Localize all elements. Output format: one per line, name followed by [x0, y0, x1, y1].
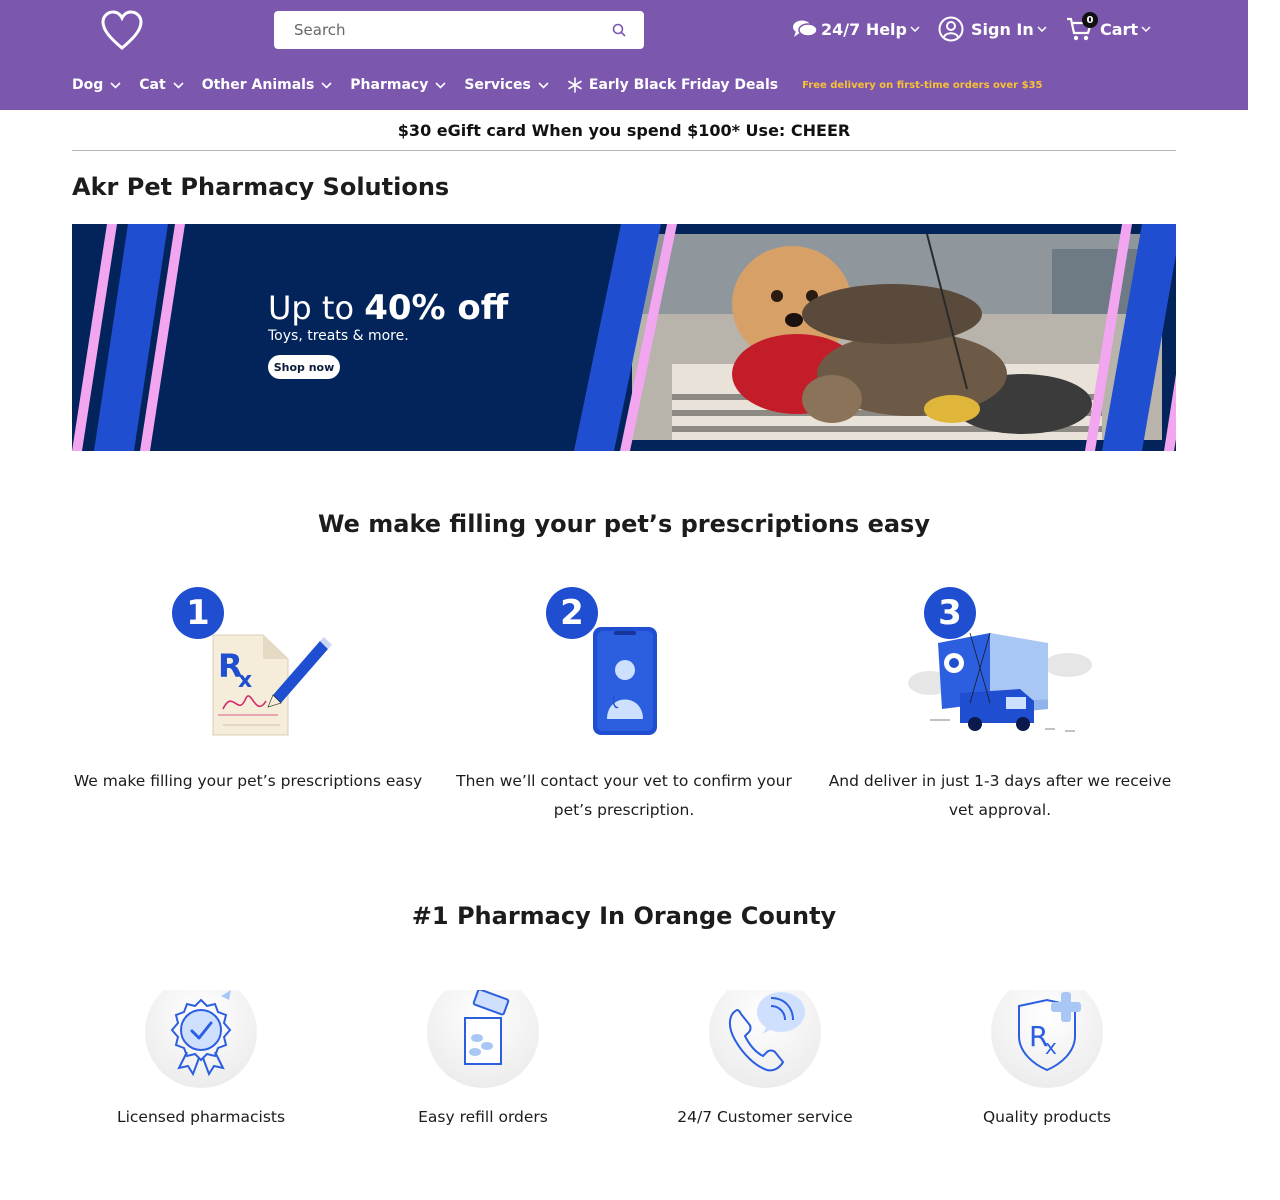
- step-card: 2 Then we’ll contact your vet to confirm…: [444, 583, 804, 825]
- feature-icon-wrap: [143, 976, 259, 1090]
- prescription-illustration: R x 1: [68, 583, 428, 743]
- banner-headline: Up to 40% off: [268, 288, 508, 328]
- nav-item-black-friday-deals[interactable]: Early Black Friday Deals: [567, 77, 778, 93]
- step-card: R x 1 We make filling your pet’s prescri…: [68, 583, 428, 796]
- feature-card: Easy refill orders: [363, 976, 603, 1126]
- svg-text:x: x: [1045, 1035, 1057, 1059]
- chat-bubbles-icon: [793, 20, 818, 37]
- help-menu[interactable]: 24/7 Help: [791, 14, 920, 44]
- user-avatar-icon: [938, 16, 964, 42]
- step-text: We make filling your pet’s prescriptions…: [73, 772, 423, 790]
- step-number: 2: [560, 593, 584, 633]
- phone-vet-icon: [546, 587, 657, 735]
- chevron-down-icon: [173, 81, 184, 89]
- nav-item-services[interactable]: Services: [464, 77, 549, 93]
- search-box: [274, 11, 644, 49]
- deals-label: Early Black Friday Deals: [588, 77, 779, 93]
- feature-icon-wrap: [707, 976, 823, 1090]
- sign-in-menu[interactable]: Sign In: [938, 14, 1047, 44]
- chevron-down-icon: [1037, 26, 1047, 32]
- nav-item-label: Dog: [72, 77, 104, 93]
- step-text: Then we’ll contact your vet to confirm y…: [456, 772, 792, 819]
- step-number: 3: [938, 593, 962, 633]
- chevron-down-icon: [538, 81, 549, 89]
- phone-vet-illustration: 2: [444, 583, 804, 743]
- search-input[interactable]: [274, 11, 604, 49]
- help-label: 24/7 Help: [821, 19, 907, 39]
- feature-icon-wrap: [425, 976, 541, 1090]
- banner-artwork: [72, 224, 1176, 451]
- feature-label: Easy refill orders: [418, 1108, 548, 1126]
- nav-item-label: Pharmacy: [350, 77, 429, 93]
- nav-item-dog[interactable]: Dog: [72, 77, 121, 93]
- nav-item-cat[interactable]: Cat: [139, 77, 184, 93]
- delivery-truck-icon: [908, 587, 1092, 732]
- chevron-down-icon: [321, 81, 332, 89]
- banner-headline-bold: 40% off: [364, 288, 509, 328]
- feature-label: Quality products: [982, 1108, 1111, 1126]
- feature-card: R x Quality products: [927, 976, 1167, 1126]
- phone-chat-icon: [709, 976, 821, 1088]
- sign-in-label: Sign In: [971, 19, 1034, 39]
- shop-now-button[interactable]: Shop now: [268, 355, 340, 379]
- banner-headline-pre: Up to: [268, 289, 355, 327]
- cart-label: Cart: [1100, 19, 1139, 39]
- cart-icon-wrap: 0: [1066, 12, 1098, 42]
- delivery-truck-illustration: 3: [820, 583, 1180, 743]
- chevron-down-icon: [435, 81, 446, 89]
- feature-card: Licensed pharmacists: [81, 976, 321, 1126]
- nav-item-label: Other Animals: [201, 77, 315, 93]
- chevron-down-icon: [910, 26, 920, 32]
- search-icon[interactable]: [612, 23, 626, 37]
- nav-item-label: Services: [464, 77, 531, 93]
- rx-shield-icon: R x: [991, 976, 1103, 1088]
- banner-subtext: Toys, treats & more.: [268, 328, 409, 344]
- rx-prescription-icon: R x: [172, 587, 332, 736]
- promo-strip[interactable]: $30 eGift card When you spend $100* Use:…: [72, 110, 1176, 151]
- feature-label: 24/7 Customer service: [677, 1108, 853, 1126]
- snowflake-icon: [568, 77, 582, 93]
- step-text: And deliver in just 1-3 days after we re…: [828, 772, 1172, 819]
- free-delivery-notice[interactable]: Free delivery on first-time orders over …: [802, 80, 1042, 91]
- feature-label: Licensed pharmacists: [116, 1108, 286, 1126]
- cart-menu[interactable]: 0 Cart: [1066, 12, 1151, 44]
- nav-item-label: Cat: [139, 77, 166, 93]
- step-card: 3 And deliver in just 1-3 days after we …: [820, 583, 1180, 825]
- nav-item-pharmacy[interactable]: Pharmacy: [350, 77, 446, 93]
- step-number: 1: [186, 593, 210, 633]
- award-badge-icon: [145, 976, 257, 1088]
- chevron-down-icon: [110, 81, 121, 89]
- features-title: #1 Pharmacy In Orange County: [411, 902, 837, 930]
- how-it-works-title: We make filling your pet’s prescriptions…: [318, 510, 930, 538]
- pill-bottle-icon: [427, 976, 539, 1088]
- feature-card: 24/7 Customer service: [645, 976, 885, 1126]
- site-header: 24/7 Help Sign In 0 Cart Dog Cat: [0, 0, 1248, 110]
- chevron-down-icon: [1141, 26, 1151, 32]
- cart-count-badge: 0: [1082, 12, 1098, 28]
- nav-item-other-animals[interactable]: Other Animals: [202, 77, 333, 93]
- feature-icon-wrap: R x: [989, 976, 1105, 1090]
- heart-logo-icon[interactable]: [100, 8, 144, 52]
- page-title: Akr Pet Pharmacy Solutions: [72, 173, 450, 201]
- main-nav: Dog Cat Other Animals Pharmacy Services …: [72, 72, 1042, 98]
- svg-text:x: x: [238, 668, 252, 693]
- hero-banner[interactable]: Up to 40% off Toys, treats & more. Shop …: [72, 224, 1176, 451]
- promo-text: $30 eGift card When you spend $100* Use:…: [397, 120, 851, 140]
